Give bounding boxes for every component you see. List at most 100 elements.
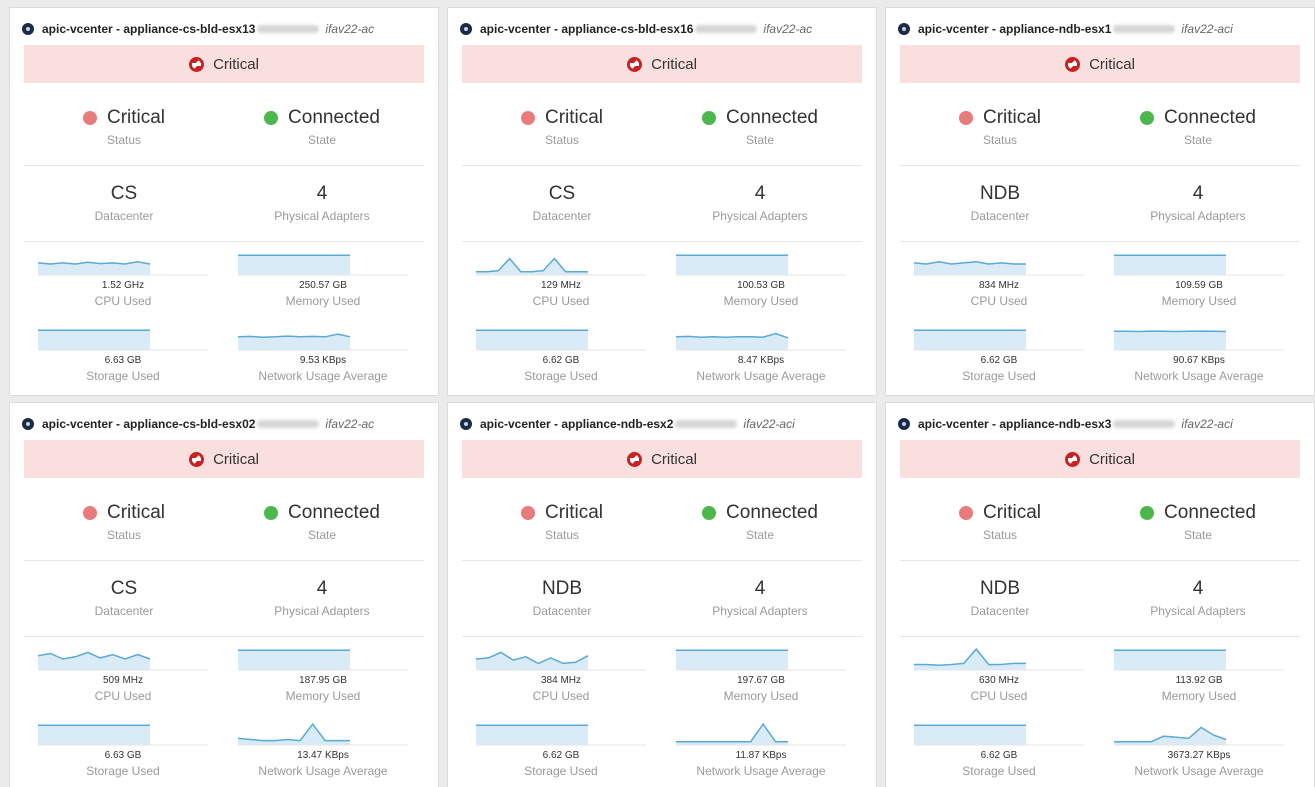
network-metric[interactable]: 11.87 KBps Network Usage Average [676,721,846,778]
memory-metric[interactable]: 250.57 GB Memory Used [238,251,408,308]
sparkline[interactable] [914,646,1084,672]
host-card[interactable]: apic-vcenter - appliance-cs-bld-esx13 if… [9,7,439,396]
storage-metric[interactable]: 6.62 GB Storage Used [914,326,1084,383]
cpu-metric[interactable]: 384 MHz CPU Used [476,646,646,703]
host-card[interactable]: apic-vcenter - appliance-cs-bld-esx02 if… [9,402,439,787]
health-label: Critical [651,450,697,468]
network-metric[interactable]: 13.47 KBps Network Usage Average [238,721,408,778]
storage-metric[interactable]: 6.62 GB Storage Used [914,721,1084,778]
status-stat: Critical Status [462,502,662,542]
host-card[interactable]: apic-vcenter - appliance-ndb-esx3 ifav22… [885,402,1315,787]
host-card[interactable]: apic-vcenter - appliance-ndb-esx1 ifav22… [885,7,1315,396]
state-stat: Connected State [222,107,422,147]
sparkline[interactable] [238,326,408,352]
card-header[interactable]: apic-vcenter - appliance-cs-bld-esx13 if… [22,20,430,38]
sparkline[interactable] [1114,251,1284,277]
health-label: Critical [213,450,259,468]
sparkline[interactable] [476,251,646,277]
memory-metric[interactable]: 187.95 GB Memory Used [238,646,408,703]
host-title[interactable]: apic-vcenter - appliance-cs-bld-esx16 [480,22,693,36]
sparkline[interactable] [1114,326,1284,352]
metric-value: 6.62 GB [542,355,580,366]
sparkline[interactable] [476,646,646,672]
storage-metric[interactable]: 6.63 GB Storage Used [38,326,208,383]
metric-label: CPU Used [532,689,590,703]
sparkline[interactable] [38,326,208,352]
memory-metric[interactable]: 113.92 GB Memory Used [1114,646,1284,703]
sparkline[interactable] [914,721,1084,747]
metric-value: 509 MHz [102,675,143,686]
sparkline[interactable] [238,721,408,747]
cpu-metric[interactable]: 1.52 GHz CPU Used [38,251,208,308]
sparkline[interactable] [676,721,846,747]
sparkline[interactable] [238,646,408,672]
sparkline-line [476,257,588,273]
health-banner: Critical [462,45,862,83]
metric-label: Memory Used [723,294,799,308]
card-header[interactable]: apic-vcenter - appliance-ndb-esx2 ifav22… [460,415,868,433]
sparkline[interactable] [476,721,646,747]
sparkline[interactable] [914,251,1084,277]
cpu-metric[interactable]: 129 MHz CPU Used [476,251,646,308]
fabric-name: ifav22-ac [325,417,375,431]
health-banner: Critical [24,440,424,478]
status-label: Status [106,528,142,542]
cpu-metric[interactable]: 630 MHz CPU Used [914,646,1084,703]
critical-icon [1065,451,1081,467]
state-label: State [1183,133,1213,147]
status-label: Status [544,133,580,147]
connected-dot-icon [264,111,279,125]
host-title[interactable]: apic-vcenter - appliance-ndb-esx3 [918,417,1111,431]
host-title[interactable]: apic-vcenter - appliance-ndb-esx2 [480,417,673,431]
card-header[interactable]: apic-vcenter - appliance-ndb-esx3 ifav22… [898,415,1306,433]
host-title[interactable]: apic-vcenter - appliance-cs-bld-esx13 [42,22,255,36]
metric-value: 11.87 KBps [735,750,787,761]
host-icon [460,418,472,430]
sparkline[interactable] [676,326,846,352]
sparkline[interactable] [914,326,1084,352]
memory-metric[interactable]: 100.53 GB Memory Used [676,251,846,308]
status-dot-icon [958,111,973,125]
sparkline[interactable] [38,646,208,672]
card-header[interactable]: apic-vcenter - appliance-ndb-esx1 ifav22… [898,20,1306,38]
sparkline-area [1114,255,1226,275]
sparkline[interactable] [676,646,846,672]
card-header[interactable]: apic-vcenter - appliance-cs-bld-esx02 if… [22,415,430,433]
datacenter-stat: NDB Datacenter [462,578,662,618]
divider [24,636,424,637]
sparkline[interactable] [676,251,846,277]
sparkline[interactable] [38,721,208,747]
metric-value: 6.62 GB [542,750,580,761]
metric-value: 6.62 GB [980,750,1018,761]
network-metric[interactable]: 3673.27 KBps Network Usage Average [1114,721,1284,778]
metric-value: 113.92 GB [1175,675,1223,686]
host-title[interactable]: apic-vcenter - appliance-ndb-esx1 [918,22,1111,36]
host-card[interactable]: apic-vcenter - appliance-ndb-esx2 ifav22… [447,402,877,787]
cpu-metric[interactable]: 509 MHz CPU Used [38,646,208,703]
memory-metric[interactable]: 197.67 GB Memory Used [676,646,846,703]
host-card[interactable]: apic-vcenter - appliance-cs-bld-esx16 if… [447,7,877,396]
cpu-metric[interactable]: 834 MHz CPU Used [914,251,1084,308]
status-label: Status [106,133,142,147]
host-title[interactable]: apic-vcenter - appliance-cs-bld-esx02 [42,417,255,431]
status-value: Critical [106,107,166,128]
network-metric[interactable]: 8.47 KBps Network Usage Average [676,326,846,383]
sparkline[interactable] [476,326,646,352]
sparkline[interactable] [38,251,208,277]
host-icon [22,418,34,430]
state-stat: Connected State [660,107,860,147]
network-metric[interactable]: 90.67 KBps Network Usage Average [1114,326,1284,383]
sparkline[interactable] [1114,646,1284,672]
health-label: Critical [1089,450,1135,468]
storage-metric[interactable]: 6.63 GB Storage Used [38,721,208,778]
sparkline[interactable] [1114,721,1284,747]
critical-icon [189,56,205,72]
card-header[interactable]: apic-vcenter - appliance-cs-bld-esx16 if… [460,20,868,38]
storage-metric[interactable]: 6.62 GB Storage Used [476,721,646,778]
metric-value: 834 MHz [978,280,1019,291]
sparkline[interactable] [238,251,408,277]
storage-metric[interactable]: 6.62 GB Storage Used [476,326,646,383]
network-metric[interactable]: 9.53 KBps Network Usage Average [238,326,408,383]
memory-metric[interactable]: 109.59 GB Memory Used [1114,251,1284,308]
metric-value: 1.52 GHz [101,280,145,291]
